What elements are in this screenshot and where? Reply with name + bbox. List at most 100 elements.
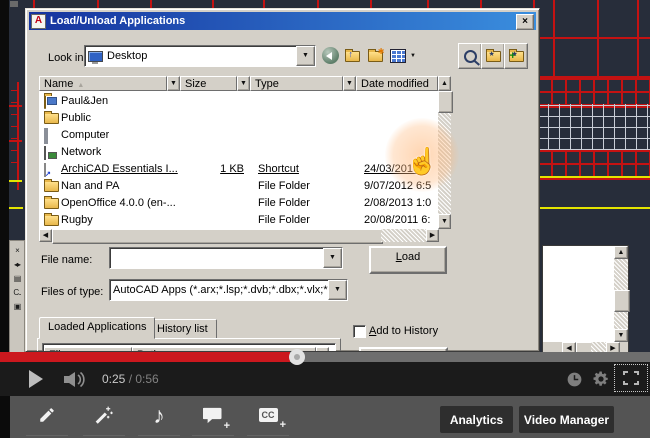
audio-button[interactable]: ♪ <box>136 396 182 434</box>
views-dropdown-arrow[interactable]: ▼ <box>410 53 416 59</box>
folder-icon <box>44 198 59 209</box>
file-name-label: File name: <box>41 254 92 266</box>
files-of-type-dropdown-arrow[interactable]: ▼ <box>328 280 347 300</box>
file-row[interactable]: Network <box>39 144 438 161</box>
file-list: Paul&Jen Public Computer Network ArchiCA… <box>39 91 438 229</box>
watch-later-icon[interactable] <box>567 372 582 387</box>
files-of-type-combobox[interactable]: AutoCAD Apps (*.arx;*.lsp;*.dvb;*.dbx;*.… <box>109 279 348 301</box>
video-editor-bar: ♪ + CC + Analytics Video Manager <box>0 396 650 438</box>
folder-icon <box>44 181 59 192</box>
list-scroll-up-button[interactable]: ▲ <box>438 76 451 91</box>
time-display: 0:25 / 0:56 <box>102 372 159 386</box>
files-of-type-value: AutoCAD Apps (*.arx;*.lsp;*.dvb;*.dbx;*.… <box>113 284 328 296</box>
fullscreen-icon <box>623 371 639 385</box>
scroll-up-button[interactable]: ▲ <box>614 246 628 259</box>
file-row[interactable]: Computer <box>39 127 438 144</box>
up-one-level-button[interactable] <box>342 46 362 66</box>
column-header-type[interactable]: Type <box>250 76 343 91</box>
file-row[interactable]: Public <box>39 110 438 127</box>
file-row-hovered[interactable]: ArchiCAD Essentials I...1 KBShortcut24/0… <box>39 161 438 178</box>
column-header-size[interactable]: Size <box>180 76 237 91</box>
docked-palette-bar[interactable]: × ◂▸ ▤ C.. ▣ <box>9 240 25 353</box>
column-header-name[interactable]: Name▲ <box>39 76 167 91</box>
plus-badge: + <box>224 420 230 432</box>
dialog-title: Load/Unload Applications <box>50 15 185 27</box>
load-button[interactable]: Load <box>369 246 447 274</box>
enhancements-button[interactable] <box>81 396 127 434</box>
look-in-label: Look in: <box>48 52 87 64</box>
palette-window-icon[interactable]: ▣ <box>14 303 21 311</box>
video-manager-button[interactable]: Video Manager <box>519 406 614 433</box>
back-icon <box>322 47 339 64</box>
pencil-icon <box>38 406 56 424</box>
file-row[interactable]: RugbyFile Folder20/08/2011 6: <box>39 212 438 229</box>
list-scroll-left-button[interactable]: ◀ <box>39 229 52 242</box>
search-the-web-button[interactable] <box>458 43 482 69</box>
file-name-dropdown-arrow[interactable]: ▼ <box>323 248 342 268</box>
volume-icon[interactable] <box>64 372 88 387</box>
add-to-history-checkbox[interactable] <box>353 325 366 338</box>
palette-list-icon[interactable]: ▤ <box>14 275 21 283</box>
palette-resize-icon[interactable]: ◂▸ <box>14 261 20 269</box>
panel-vertical-scrollbar[interactable]: ▲ ▼ <box>614 246 628 343</box>
look-in-dropdown-arrow[interactable]: ▼ <box>296 46 315 66</box>
scroll-down-button[interactable]: ▼ <box>614 329 628 342</box>
list-scroll-down-button[interactable]: ▼ <box>438 214 451 229</box>
video-progress-bar[interactable] <box>0 352 650 362</box>
list-hscroll-thumb[interactable] <box>52 229 383 244</box>
add-favorites-folder-icon <box>509 51 524 62</box>
music-note-icon: ♪ <box>153 404 165 427</box>
annotations-button[interactable]: + <box>190 396 236 434</box>
time-separator: / <box>125 372 135 386</box>
list-hscroll-track[interactable] <box>381 229 426 242</box>
background-panel: ▲ ▼ ◀ ▶ <box>542 245 629 357</box>
column-header-date[interactable]: Date modified <box>356 76 438 91</box>
search-icon <box>464 50 477 63</box>
favorites-button[interactable] <box>481 43 505 69</box>
type-filter-dropdown[interactable]: ▼ <box>343 76 356 91</box>
tab-loaded-applications[interactable]: Loaded Applications <box>39 317 155 339</box>
hand-cursor-icon <box>406 146 438 177</box>
edit-info-button[interactable] <box>24 396 70 434</box>
palette-title-label: C.. <box>13 289 20 297</box>
add-to-favorites-button[interactable] <box>504 43 528 69</box>
back-button[interactable] <box>320 45 340 65</box>
file-name-combobox[interactable]: ▼ <box>109 247 343 269</box>
views-button[interactable] <box>388 46 408 66</box>
scroll-thumb[interactable] <box>614 290 630 312</box>
progress-scrubber[interactable] <box>289 349 305 365</box>
duration: 0:56 <box>135 372 158 386</box>
analytics-button[interactable]: Analytics <box>440 406 513 433</box>
name-filter-dropdown[interactable]: ▼ <box>167 76 180 91</box>
captions-button[interactable]: CC + <box>245 396 291 434</box>
computer-icon <box>44 128 48 144</box>
add-to-history-label[interactable]: Add to History <box>369 325 438 337</box>
editor-bar-left-edge <box>0 396 10 438</box>
look-in-combobox[interactable]: Desktop ▼ <box>84 45 316 67</box>
fullscreen-button[interactable] <box>614 364 648 392</box>
play-button[interactable] <box>28 370 44 388</box>
settings-gear-icon[interactable] <box>592 370 610 388</box>
folder-icon <box>44 215 59 226</box>
comment-bubble-icon <box>203 407 223 424</box>
autocad-app-icon: A <box>31 14 46 29</box>
new-folder-icon <box>368 51 383 62</box>
cc-icon: CC <box>259 408 278 422</box>
magic-wand-icon <box>94 405 114 425</box>
size-filter-dropdown[interactable]: ▼ <box>237 76 250 91</box>
file-row[interactable]: Paul&Jen <box>39 93 438 110</box>
desktop-icon <box>88 51 103 62</box>
list-scroll-thumb[interactable] <box>438 91 453 113</box>
palette-close-icon[interactable]: × <box>15 247 19 255</box>
tab-history-list[interactable]: History list <box>148 319 217 339</box>
dialog-titlebar[interactable]: A Load/Unload Applications × <box>29 12 536 30</box>
folder-icon <box>44 113 59 124</box>
close-button[interactable]: × <box>516 14 534 30</box>
file-row[interactable]: OpenOffice 4.0.0 (en-...File Folder2/08/… <box>39 195 438 212</box>
new-folder-button[interactable] <box>365 46 385 66</box>
list-scroll-right-button[interactable]: ▶ <box>426 229 439 242</box>
look-in-value: Desktop <box>107 50 147 62</box>
file-row[interactable]: Nan and PAFile Folder9/07/2012 6:5 <box>39 178 438 195</box>
files-of-type-label: Files of type: <box>41 286 103 298</box>
drawing-corner-mark <box>10 1 18 7</box>
